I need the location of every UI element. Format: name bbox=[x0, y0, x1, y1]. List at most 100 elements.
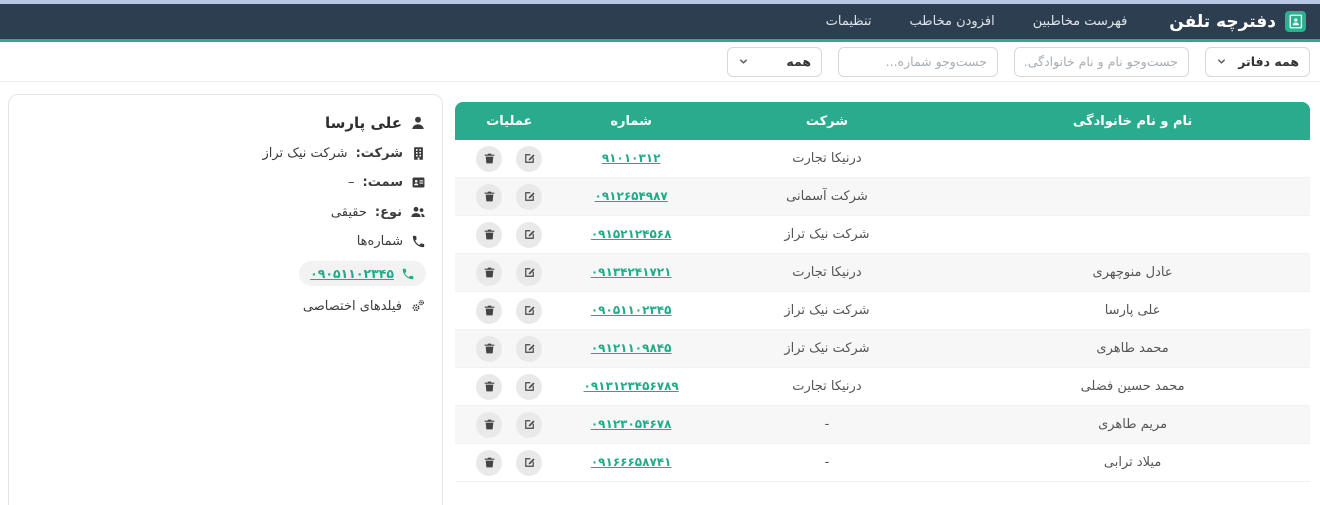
phone-link[interactable]: ۹۱۰۱۰۳۱۲ bbox=[602, 151, 661, 165]
main-nav: فهرست مخاطبین افزودن مخاطب تنظیمات bbox=[826, 14, 1128, 29]
contact-company: درنیکا تجارت bbox=[698, 254, 956, 292]
detail-type-row: نوع: حقیقی bbox=[9, 197, 442, 227]
edit-button[interactable] bbox=[516, 145, 543, 172]
nav-item-add-contact[interactable]: افزودن مخاطب bbox=[910, 14, 995, 29]
trash-button[interactable] bbox=[476, 183, 503, 210]
books-filter-select[interactable]: همه دفاتر bbox=[1205, 46, 1310, 77]
detail-phone-link[interactable]: ۰۹۰۵۱۱۰۲۳۴۵ bbox=[310, 266, 394, 281]
contact-company: - bbox=[698, 406, 956, 444]
header-number: شماره bbox=[563, 102, 699, 140]
custom-fields-label: فیلدهای اختصاصی bbox=[302, 298, 402, 314]
table-row[interactable]: محمد طاهری شرکت نیک تراز ۰۹۱۲۱۱۰۹۸۴۵ bbox=[455, 330, 1310, 368]
chevron-down-icon bbox=[1216, 56, 1227, 67]
type-filter-value: همه bbox=[786, 54, 811, 69]
contact-name bbox=[955, 178, 1310, 216]
contact-detail-card: علی پارسا شرکت: شرکت نیک تراز سمت: – نوع… bbox=[8, 94, 443, 505]
detail-position-row: سمت: – bbox=[9, 168, 442, 197]
search-name-input[interactable] bbox=[1014, 46, 1189, 77]
header-actions: عملیات bbox=[455, 102, 564, 140]
table-header-row: نام و نام خانوادگی شرکت شماره عملیات bbox=[455, 102, 1310, 140]
edit-button[interactable] bbox=[516, 411, 543, 438]
table-row[interactable]: محمد حسین فضلی درنیکا تجارت ۰۹۱۳۱۲۳۴۵۶۷۸… bbox=[455, 368, 1310, 406]
detail-title-row: علی پارسا bbox=[9, 107, 442, 139]
contacts-table: نام و نام خانوادگی شرکت شماره عملیات درن… bbox=[455, 102, 1310, 482]
trash-button[interactable] bbox=[476, 259, 503, 286]
users-icon bbox=[410, 204, 426, 220]
phone-link[interactable]: ۰۹۱۶۶۶۵۸۷۴۱ bbox=[591, 455, 672, 469]
trash-button[interactable] bbox=[476, 221, 503, 248]
books-filter-value: همه دفاتر bbox=[1238, 54, 1299, 69]
type-value: حقیقی bbox=[330, 204, 367, 220]
type-filter-select[interactable]: همه bbox=[727, 46, 822, 77]
phonebook-logo-icon bbox=[1285, 11, 1306, 32]
phone-link[interactable]: ۰۹۱۳۱۲۳۴۵۶۷۸۹ bbox=[584, 379, 679, 393]
contact-name: علی پارسا bbox=[955, 292, 1310, 330]
navbar: دفترچه تلفن فهرست مخاطبین افزودن مخاطب ت… bbox=[0, 4, 1320, 42]
phone-link[interactable]: ۰۹۱۲۳۰۵۴۶۷۸ bbox=[591, 417, 672, 431]
contact-name bbox=[955, 216, 1310, 254]
contact-name: عادل منوچهری bbox=[955, 254, 1310, 292]
numbers-label: شماره‌ها bbox=[356, 234, 403, 249]
contact-name: محمد حسین فضلی bbox=[955, 368, 1310, 406]
contact-company: شرکت آسمانی bbox=[698, 178, 956, 216]
table-row[interactable]: درنیکا تجارت ۹۱۰۱۰۳۱۲ bbox=[455, 140, 1310, 178]
contact-company: شرکت نیک تراز bbox=[698, 216, 956, 254]
company-value: شرکت نیک تراز bbox=[262, 146, 348, 161]
position-label: سمت: bbox=[362, 175, 403, 190]
trash-button[interactable] bbox=[476, 335, 503, 362]
table-row[interactable]: شرکت نیک تراز ۰۹۱۵۲۱۲۴۵۶۸ bbox=[455, 216, 1310, 254]
position-value: – bbox=[348, 175, 355, 190]
trash-button[interactable] bbox=[476, 449, 503, 476]
phone-link[interactable]: ۰۹۱۲۱۱۰۹۸۴۵ bbox=[591, 341, 672, 355]
trash-button[interactable] bbox=[476, 411, 503, 438]
contact-company: درنیکا تجارت bbox=[698, 140, 956, 178]
brand-title: دفترچه تلفن bbox=[1169, 11, 1276, 32]
table-row[interactable]: مریم طاهری - ۰۹۱۲۳۰۵۴۶۷۸ bbox=[455, 406, 1310, 444]
contact-company: درنیکا تجارت bbox=[698, 368, 956, 406]
main-content: علی پارسا شرکت: شرکت نیک تراز سمت: – نوع… bbox=[0, 82, 1320, 505]
trash-button[interactable] bbox=[476, 297, 503, 324]
search-number-input[interactable] bbox=[838, 46, 998, 77]
trash-button[interactable] bbox=[476, 145, 503, 172]
company-label: شرکت: bbox=[355, 146, 403, 161]
contacts-table-wrap: نام و نام خانوادگی شرکت شماره عملیات درن… bbox=[455, 102, 1310, 482]
trash-button[interactable] bbox=[476, 373, 503, 400]
detail-company-row: شرکت: شرکت نیک تراز bbox=[9, 139, 442, 168]
contact-detail-name: علی پارسا bbox=[324, 114, 402, 132]
brand[interactable]: دفترچه تلفن bbox=[1169, 11, 1306, 32]
table-row[interactable]: عادل منوچهری درنیکا تجارت ۰۹۱۳۴۲۴۱۷۲۱ bbox=[455, 254, 1310, 292]
contact-company: شرکت نیک تراز bbox=[698, 292, 956, 330]
detail-custom-fields-row[interactable]: فیلدهای اختصاصی bbox=[9, 291, 442, 321]
table-row[interactable]: شرکت آسمانی ۰۹۱۲۶۵۴۹۸۷ bbox=[455, 178, 1310, 216]
nav-item-settings[interactable]: تنظیمات bbox=[826, 14, 872, 29]
edit-button[interactable] bbox=[516, 221, 543, 248]
contact-name: میلاد ترابی bbox=[955, 444, 1310, 482]
contact-name: مریم طاهری bbox=[955, 406, 1310, 444]
header-name: نام و نام خانوادگی bbox=[955, 102, 1310, 140]
phone-link[interactable]: ۰۹۱۳۴۲۴۱۷۲۱ bbox=[591, 265, 672, 279]
phone-link[interactable]: ۰۹۱۲۶۵۴۹۸۷ bbox=[595, 189, 668, 203]
phone-link[interactable]: ۰۹۰۵۱۱۰۲۳۴۵ bbox=[591, 303, 672, 317]
gears-icon bbox=[410, 298, 426, 314]
contacts-table-body: درنیکا تجارت ۹۱۰۱۰۳۱۲ شرکت آسمانی ۰۹۱۲۶۵… bbox=[455, 140, 1310, 482]
edit-button[interactable] bbox=[516, 335, 543, 362]
building-icon bbox=[411, 146, 426, 161]
edit-button[interactable] bbox=[516, 183, 543, 210]
header-company: شرکت bbox=[698, 102, 956, 140]
edit-button[interactable] bbox=[516, 449, 543, 476]
phone-icon bbox=[411, 234, 426, 249]
contact-company: شرکت نیک تراز bbox=[698, 330, 956, 368]
user-icon bbox=[410, 115, 426, 131]
edit-button[interactable] bbox=[516, 373, 543, 400]
nav-item-contacts-list[interactable]: فهرست مخاطبین bbox=[1033, 14, 1128, 29]
table-row[interactable]: علی پارسا شرکت نیک تراز ۰۹۰۵۱۱۰۲۳۴۵ bbox=[455, 292, 1310, 330]
phone-number-pill[interactable]: ۰۹۰۵۱۱۰۲۳۴۵ bbox=[299, 261, 426, 286]
detail-numbers-row: شماره‌ها bbox=[9, 227, 442, 256]
table-row[interactable]: میلاد ترابی - ۰۹۱۶۶۶۵۸۷۴۱ bbox=[455, 444, 1310, 482]
chevron-down-icon bbox=[738, 56, 749, 67]
contact-name: محمد طاهری bbox=[955, 330, 1310, 368]
type-label: نوع: bbox=[374, 204, 402, 220]
edit-button[interactable] bbox=[516, 297, 543, 324]
phone-link[interactable]: ۰۹۱۵۲۱۲۴۵۶۸ bbox=[591, 227, 672, 241]
edit-button[interactable] bbox=[516, 259, 543, 286]
